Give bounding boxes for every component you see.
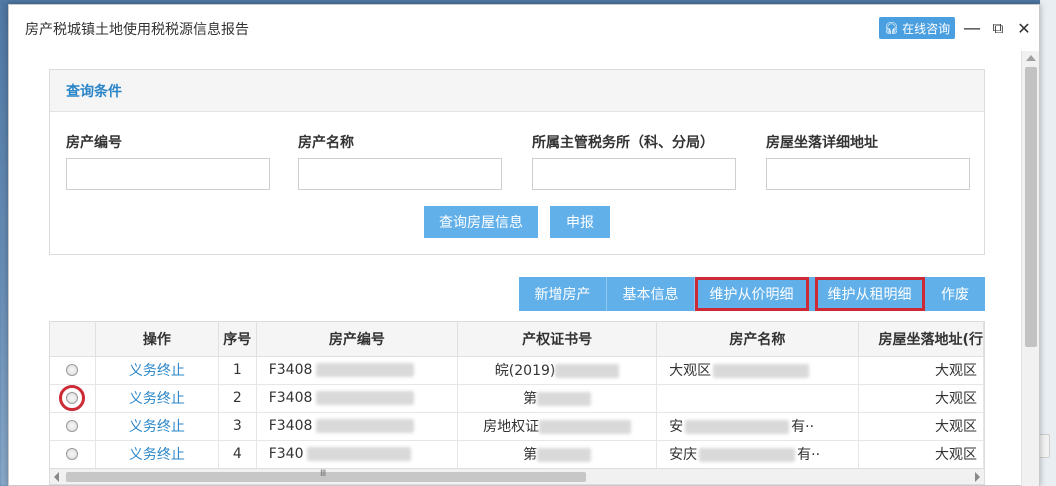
property-name-suffix: 有·· [791,419,815,435]
property-name-field: 房产名称 [298,132,502,190]
redacted-block [316,363,415,377]
property-code-input[interactable] [66,158,270,190]
col-address: 房屋坐落地址(行 [858,322,984,357]
property-code-label: 房产编号 [66,135,122,151]
col-property-code: 房产编号 [256,322,459,357]
address-label: 房屋坐落详细地址 [766,135,878,151]
redacted-block [316,419,415,433]
address-field: 房屋坐落详细地址 [766,132,970,190]
headset-icon: 🎧︎ [883,21,900,35]
col-certificate: 产权证书号 [457,322,658,357]
obligation-end-link[interactable]: 义务终止 [129,447,185,463]
property-name-input[interactable] [298,158,502,190]
redacted-block [555,364,620,378]
certificate-no: 皖(2019) [494,363,556,379]
tax-source-dialog: 房产税城镇土地使用税税源信息报告 🎧︎ 在线咨询 — ⧉ ✕ 查询条件 房产编号… [8,4,1040,486]
property-code: F3408 [268,390,313,406]
property-address: 大观区 [858,384,984,413]
property-address: 大观区 [858,412,984,441]
void-button[interactable]: 作废 [925,277,985,311]
redacted-block [537,392,592,406]
table-row[interactable]: 义务终止 4 F340 第 安庆 有·· 大观区 [50,440,984,468]
online-consult-button[interactable]: 🎧︎ 在线咨询 [879,17,955,39]
tax-office-field: 所属主管税务所（科、分局） [532,132,736,190]
col-select [50,322,96,357]
redacted-block [316,391,415,405]
property-table: 操作 序号 房产编号 产权证书号 房产名称 房屋坐落地址(行 义务终止 1 F3… [49,321,985,469]
property-code: F3408 [268,418,313,434]
redacted-block [713,364,810,378]
scroll-left-icon[interactable] [54,472,59,482]
scroll-up-icon[interactable] [1026,55,1036,61]
scrollbar-thumb[interactable] [66,472,586,482]
query-panel: 查询条件 房产编号 房产名称 所属主管税务所（科、分局） 房屋坐落详细地址 查询… [49,69,985,255]
certificate-no: 房地权证 [483,419,540,435]
table-row[interactable]: 义务终止 2 F3408 第 大观区 [50,384,984,413]
row-radio[interactable] [66,420,79,432]
action-toolbar: 新增房产 基本信息 维护从价明细 维护从租明细 作废 [519,277,985,311]
row-seq: 3 [218,412,257,441]
dialog-body: 查询条件 房产编号 房产名称 所属主管税务所（科、分局） 房屋坐落详细地址 查询… [9,51,1021,486]
redacted-block [537,448,592,462]
scroll-right-icon[interactable] [975,472,980,482]
dialog-vertical-scrollbar[interactable] [1021,51,1039,486]
property-name: 安 [669,419,684,435]
background-right-strip [1040,0,1056,486]
redacted-block [699,448,796,462]
certificate-no: 第 [523,447,538,463]
table-header-row: 操作 序号 房产编号 产权证书号 房产名称 房屋坐落地址(行 [50,322,984,357]
property-code: F340 [268,446,304,462]
property-address: 大观区 [858,356,984,385]
query-panel-header: 查询条件 [50,70,984,112]
row-seq: 2 [218,384,257,413]
property-name-suffix: 有·· [797,447,821,463]
property-name: 安庆 [669,447,698,463]
tax-office-input[interactable] [532,158,736,190]
property-code: F3408 [268,362,313,378]
dialog-title: 房产税城镇土地使用税税源信息报告 [25,22,249,38]
scrollbar-grip-icon: Ⅲ [320,469,326,479]
row-seq: 1 [218,356,257,385]
certificate-no: 第 [523,391,538,407]
col-operation: 操作 [95,322,219,357]
redacted-block [539,420,632,434]
search-house-button[interactable]: 查询房屋信息 [424,206,538,238]
redacted-block [685,420,790,434]
table-row[interactable]: 义务终止 1 F3408 皖(2019) 大观区 大观区 [50,356,984,385]
property-name-label: 房产名称 [298,135,354,151]
obligation-end-link[interactable]: 义务终止 [129,419,185,435]
obligation-end-link[interactable]: 义务终止 [129,391,185,407]
property-address: 大观区 [858,440,984,468]
table-horizontal-scrollbar[interactable]: Ⅲ [49,469,985,485]
minimize-icon[interactable]: — [961,17,983,39]
maintain-price-detail-button[interactable]: 维护从价明细 [695,277,809,311]
basic-info-button[interactable]: 基本信息 [607,277,695,311]
property-name [656,384,859,413]
col-property-name: 房产名称 [656,322,859,357]
obligation-end-link[interactable]: 义务终止 [129,363,185,379]
row-radio[interactable] [66,448,79,460]
vertical-scrollbar-thumb[interactable] [1025,67,1037,347]
row-seq: 4 [218,440,257,468]
col-seq: 序号 [218,322,257,357]
tax-office-label: 所属主管税务所（科、分局） [532,135,714,151]
close-icon[interactable]: ✕ [1013,17,1035,39]
dialog-header: 房产税城镇土地使用税税源信息报告 🎧︎ 在线咨询 — ⧉ ✕ [9,5,1039,51]
redacted-block [307,447,412,461]
maximize-icon[interactable]: ⧉ [987,17,1009,39]
maintain-rent-detail-button[interactable]: 维护从租明细 [815,277,925,311]
row-radio[interactable] [66,364,79,376]
row-radio[interactable] [59,385,86,411]
online-consult-label: 在线咨询 [902,21,951,36]
property-name: 大观区 [669,363,712,379]
query-section-title: 查询条件 [66,83,122,100]
table-row[interactable]: 义务终止 3 F3408 房地权证 安 有·· 大观区 [50,412,984,441]
add-property-button[interactable]: 新增房产 [519,277,607,311]
declare-button[interactable]: 申报 [550,206,610,238]
property-code-field: 房产编号 [66,132,270,190]
address-input[interactable] [766,158,970,190]
